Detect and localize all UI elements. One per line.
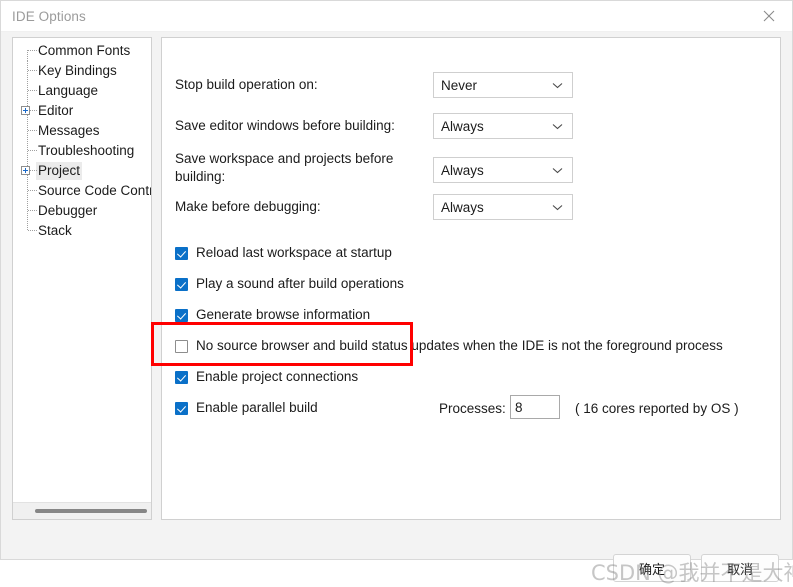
tree-connector: [19, 141, 37, 161]
label-play-sound: Play a sound after build operations: [196, 276, 404, 291]
tree-connector: [19, 161, 37, 181]
dropdown-value-stop-build: Never: [441, 77, 478, 93]
tree-connector: [19, 41, 37, 61]
sidebar-item-common-fonts[interactable]: Common Fonts: [13, 41, 151, 61]
close-icon: [763, 10, 775, 22]
sidebar-item-language[interactable]: Language: [13, 81, 151, 101]
checkbox-play-sound[interactable]: [175, 277, 188, 291]
option-row-make-before-debugging: Make before debugging: Always: [175, 194, 762, 220]
checkbox-row-enable-project-connections[interactable]: Enable project connections: [175, 369, 358, 385]
chevron-down-icon: [552, 161, 563, 179]
checkbox-reload-last-workspace[interactable]: [175, 246, 188, 260]
chevron-down-icon: [552, 76, 563, 94]
tree-connector: [19, 61, 37, 81]
ok-button-label: 确定: [638, 561, 665, 577]
checkbox-generate-browse-information[interactable]: [175, 308, 188, 322]
sidebar-item-editor[interactable]: Editor: [13, 101, 151, 121]
dropdown-stop-build-operation[interactable]: Never: [433, 72, 573, 98]
checkbox-row-generate-browse-information[interactable]: Generate browse information: [175, 307, 370, 323]
tree-connector: [19, 101, 37, 121]
sidebar-item-label: Messages: [38, 123, 100, 138]
tree-connector-stub: [28, 230, 37, 231]
checkbox-row-enable-parallel-build[interactable]: Enable parallel build: [175, 400, 318, 416]
expand-plus-icon[interactable]: [21, 166, 30, 175]
tree-scrollbar-thumb[interactable]: [35, 509, 147, 513]
label-make-before-debugging: Make before debugging:: [175, 199, 321, 214]
cores-reported-note: ( 16 cores reported by OS ): [575, 401, 739, 416]
tree-connector-stub: [28, 70, 37, 71]
checkbox-row-play-sound[interactable]: Play a sound after build operations: [175, 276, 404, 292]
option-row-stop-build: Stop build operation on: Never: [175, 72, 762, 98]
label-no-source-browser: No source browser and build status updat…: [196, 338, 723, 353]
tree-connector: [19, 221, 37, 241]
label-reload-last-workspace: Reload last workspace at startup: [196, 245, 392, 260]
checkbox-enable-project-connections[interactable]: [175, 370, 188, 384]
project-settings-panel: Stop build operation on: Never Save edit…: [161, 37, 781, 520]
dropdown-save-workspace[interactable]: Always: [433, 157, 573, 183]
sidebar-item-project[interactable]: Project: [13, 161, 151, 181]
checkbox-no-source-browser[interactable]: [175, 339, 188, 353]
sidebar-item-key-bindings[interactable]: Key Bindings: [13, 61, 151, 81]
tree-connector: [19, 201, 37, 221]
title-bar: IDE Options: [1, 1, 792, 32]
sidebar-item-label: Troubleshooting: [38, 143, 135, 158]
processes-input[interactable]: [510, 395, 560, 419]
sidebar-item-label: Key Bindings: [38, 63, 117, 78]
sidebar-item-label: Editor: [38, 103, 74, 118]
ide-options-dialog: IDE Options Common Fonts Key Bindings Lang…: [0, 0, 793, 585]
sidebar-item-debugger[interactable]: Debugger: [13, 201, 151, 221]
sidebar-item-label: Language: [38, 83, 99, 98]
settings-tree: Common Fonts Key Bindings Language Editor Me…: [13, 38, 151, 241]
window-title: IDE Options: [12, 8, 86, 24]
label-enable-project-connections: Enable project connections: [196, 369, 359, 384]
dropdown-make-before-debugging[interactable]: Always: [433, 194, 573, 220]
sidebar-item-label: Project: [36, 162, 83, 180]
tree-connector-stub: [28, 130, 37, 131]
tree-connector: [19, 181, 37, 201]
dropdown-value-save-workspace: Always: [441, 162, 484, 178]
sidebar-item-label: Source Code Contro: [38, 183, 152, 198]
dropdown-save-editor-windows[interactable]: Always: [433, 113, 573, 139]
tree-connector-stub: [28, 90, 37, 91]
label-enable-parallel-build: Enable parallel build: [196, 400, 318, 415]
label-save-workspace: Save workspace and projects before build…: [175, 151, 394, 184]
settings-tree-panel: Common Fonts Key Bindings Language Editor Me…: [12, 37, 152, 520]
sidebar-item-source-code-contro[interactable]: Source Code Contro: [13, 181, 151, 201]
sidebar-item-label: Debugger: [38, 203, 98, 218]
cancel-button[interactable]: 取消: [701, 554, 779, 582]
sidebar-item-label: Stack: [38, 223, 72, 238]
dropdown-value-save-editor-windows: Always: [441, 118, 484, 134]
option-row-save-workspace: Save workspace and projects before build…: [175, 150, 762, 186]
chevron-down-icon: [552, 198, 563, 216]
dropdown-value-make-before-debugging: Always: [441, 199, 484, 215]
checkbox-row-reload-last-workspace[interactable]: Reload last workspace at startup: [175, 245, 392, 261]
sidebar-item-messages[interactable]: Messages: [13, 121, 151, 141]
chevron-down-icon: [552, 117, 563, 135]
ok-button[interactable]: 确定: [613, 554, 691, 582]
label-save-editor-windows: Save editor windows before building:: [175, 118, 395, 133]
cancel-button-label: 取消: [726, 561, 753, 577]
sidebar-item-troubleshooting[interactable]: Troubleshooting: [13, 141, 151, 161]
tree-horizontal-scrollbar[interactable]: [13, 502, 151, 519]
dialog-body: Common Fonts Key Bindings Language Editor Me…: [1, 32, 793, 585]
expand-plus-icon[interactable]: [21, 106, 30, 115]
tree-connector-stub: [28, 50, 37, 51]
tree-connector-stub: [28, 210, 37, 211]
option-row-save-editor-windows: Save editor windows before building: Alw…: [175, 113, 762, 139]
close-button[interactable]: [746, 1, 792, 31]
sidebar-item-stack[interactable]: Stack: [13, 221, 151, 241]
tree-connector: [19, 81, 37, 101]
sidebar-item-label: Common Fonts: [38, 43, 131, 58]
label-processes: Processes:: [439, 401, 506, 416]
tree-connector-stub: [28, 150, 37, 151]
checkbox-row-no-source-browser[interactable]: No source browser and build status updat…: [175, 338, 723, 354]
label-generate-browse-information: Generate browse information: [196, 307, 371, 322]
tree-connector: [19, 121, 37, 141]
label-stop-build-operation: Stop build operation on:: [175, 77, 318, 92]
tree-connector-stub: [28, 190, 37, 191]
checkbox-enable-parallel-build[interactable]: [175, 401, 188, 415]
